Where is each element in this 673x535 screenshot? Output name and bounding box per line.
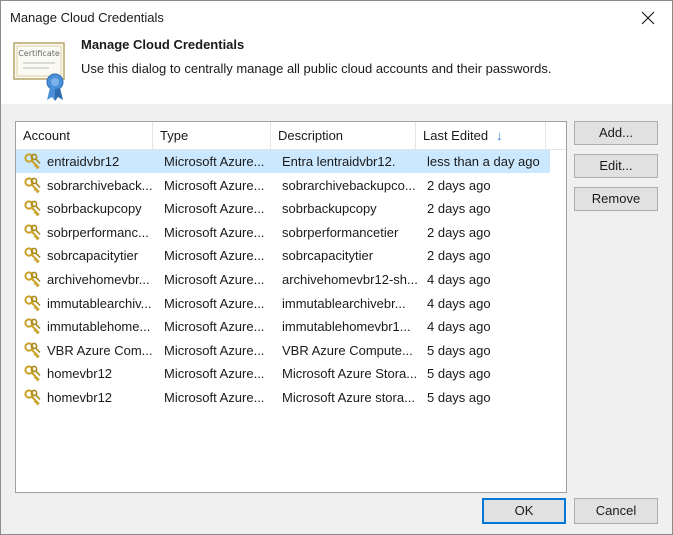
key-icon xyxy=(24,176,41,193)
type-cell: Microsoft Azure... xyxy=(164,201,265,217)
certificate-icon: Certificate xyxy=(13,42,65,101)
description-cell: sobrperformancetier xyxy=(282,224,399,240)
description-cell: sobrarchivebackupco... xyxy=(282,177,416,193)
key-icon xyxy=(24,224,41,241)
last-edited-cell: 2 days ago xyxy=(427,224,491,240)
type-cell: Microsoft Azure... xyxy=(164,224,265,240)
column-header-account[interactable]: Account xyxy=(16,122,153,149)
dialog-body: Account Type Description Last Edited ↓ en… xyxy=(1,104,672,534)
type-cell: Microsoft Azure... xyxy=(164,154,265,169)
key-icon xyxy=(24,318,41,335)
key-icon xyxy=(24,294,41,311)
window-title: Manage Cloud Credentials xyxy=(10,10,164,25)
column-header-row: Account Type Description Last Edited ↓ xyxy=(16,122,566,150)
key-icon xyxy=(24,153,41,170)
type-cell: Microsoft Azure... xyxy=(164,177,265,193)
account-cell: sobrarchiveback... xyxy=(47,177,153,193)
description-cell: archivehomevbr12-sh... xyxy=(282,272,418,287)
column-header-last-edited[interactable]: Last Edited ↓ xyxy=(416,122,546,149)
column-header-type[interactable]: Type xyxy=(153,122,271,149)
cancel-button[interactable]: Cancel xyxy=(574,498,658,524)
account-cell: sobrbackupcopy xyxy=(47,201,142,217)
key-icon xyxy=(24,365,41,382)
close-button[interactable] xyxy=(628,3,668,33)
description-cell: Microsoft Azure stora... xyxy=(282,390,415,405)
key-icon xyxy=(24,389,41,406)
account-cell: homevbr12 xyxy=(47,390,113,405)
table-row[interactable]: sobrbackupcopy Microsoft Azure... sobrback… xyxy=(16,197,550,220)
account-cell: homevbr12 xyxy=(47,366,113,382)
key-icon xyxy=(24,247,41,264)
description-cell: VBR Azure Compute... xyxy=(282,342,413,358)
credentials-list[interactable]: Account Type Description Last Edited ↓ en… xyxy=(15,121,567,493)
remove-button[interactable]: Remove xyxy=(574,187,658,211)
table-row[interactable]: homevbr12 Microsoft Azure... Microsoft Azu… xyxy=(16,362,550,385)
title-bar: Manage Cloud Credentials xyxy=(1,1,672,35)
table-row[interactable]: archivehomevbr... Microsoft Azure... archi… xyxy=(16,268,550,291)
last-edited-cell: 2 days ago xyxy=(427,201,491,217)
description-cell: immutablehomevbr1... xyxy=(282,319,411,335)
sort-descending-icon: ↓ xyxy=(496,128,503,143)
last-edited-cell: 5 days ago xyxy=(427,366,491,382)
description-cell: sobrbackupcopy xyxy=(282,201,377,217)
column-header-description[interactable]: Description xyxy=(271,122,416,149)
account-cell: entraidvbr12 xyxy=(47,154,120,169)
table-row[interactable]: entraidvbr12 Microsoft Azure... Entra lent… xyxy=(16,150,550,173)
manage-cloud-credentials-dialog: Manage Cloud Credentials Certificate Man… xyxy=(0,0,673,535)
table-row[interactable]: sobrperformanc... Microsoft Azure... sobrp… xyxy=(16,221,550,244)
account-cell: immutablehome... xyxy=(47,319,151,335)
account-cell: sobrperformanc... xyxy=(47,224,149,240)
last-edited-cell: 2 days ago xyxy=(427,248,491,264)
type-cell: Microsoft Azure... xyxy=(164,390,265,405)
header-subtitle: Use this dialog to centrally manage all … xyxy=(81,61,552,76)
last-edited-cell: 5 days ago xyxy=(427,390,491,405)
table-row[interactable]: sobrcapacitytier Microsoft Azure... sobrca… xyxy=(16,244,550,267)
last-edited-cell: 4 days ago xyxy=(427,319,491,335)
last-edited-cell: 4 days ago xyxy=(427,272,491,287)
description-cell: Microsoft Azure Stora... xyxy=(282,366,418,382)
type-cell: Microsoft Azure... xyxy=(164,366,265,382)
type-cell: Microsoft Azure... xyxy=(164,248,265,264)
account-cell: sobrcapacitytier xyxy=(47,248,139,264)
last-edited-cell: 2 days ago xyxy=(427,177,491,193)
key-icon xyxy=(24,271,41,288)
description-cell: sobrcapacitytier xyxy=(282,248,374,264)
type-cell: Microsoft Azure... xyxy=(164,342,265,358)
description-cell: immutablearchivebr... xyxy=(282,295,406,311)
edit-button[interactable]: Edit... xyxy=(574,154,658,178)
header-title: Manage Cloud Credentials xyxy=(81,37,245,52)
ok-button[interactable]: OK xyxy=(482,498,566,524)
table-row[interactable]: sobrarchiveback... Microsoft Azure... sobr… xyxy=(16,174,550,197)
last-edited-cell: 5 days ago xyxy=(427,342,491,358)
account-cell: archivehomevbr... xyxy=(47,272,150,287)
last-edited-cell: less than a day ago xyxy=(427,154,540,169)
table-row[interactable]: VBR Azure Com... Microsoft Azure... VBR Az… xyxy=(16,339,550,362)
table-row[interactable]: immutablehome... Microsoft Azure... immuta… xyxy=(16,315,550,338)
account-cell: VBR Azure Com... xyxy=(47,342,153,358)
type-cell: Microsoft Azure... xyxy=(164,295,265,311)
table-row[interactable]: homevbr12 Microsoft Azure... Microsoft Azu… xyxy=(16,386,550,409)
type-cell: Microsoft Azure... xyxy=(164,319,265,335)
description-cell: Entra lentraidvbr12. xyxy=(282,154,396,169)
add-button[interactable]: Add... xyxy=(574,121,658,145)
close-icon xyxy=(641,11,655,25)
last-edited-cell: 4 days ago xyxy=(427,295,491,311)
key-icon xyxy=(24,342,41,359)
certificate-icon-text: Certificate xyxy=(18,49,60,58)
key-icon xyxy=(24,200,41,217)
type-cell: Microsoft Azure... xyxy=(164,272,265,287)
table-row[interactable]: immutablearchiv... Microsoft Azure... immu… xyxy=(16,292,550,315)
account-cell: immutablearchiv... xyxy=(47,295,152,311)
dialog-header: Certificate Manage Cloud Credentials Use… xyxy=(1,35,672,104)
